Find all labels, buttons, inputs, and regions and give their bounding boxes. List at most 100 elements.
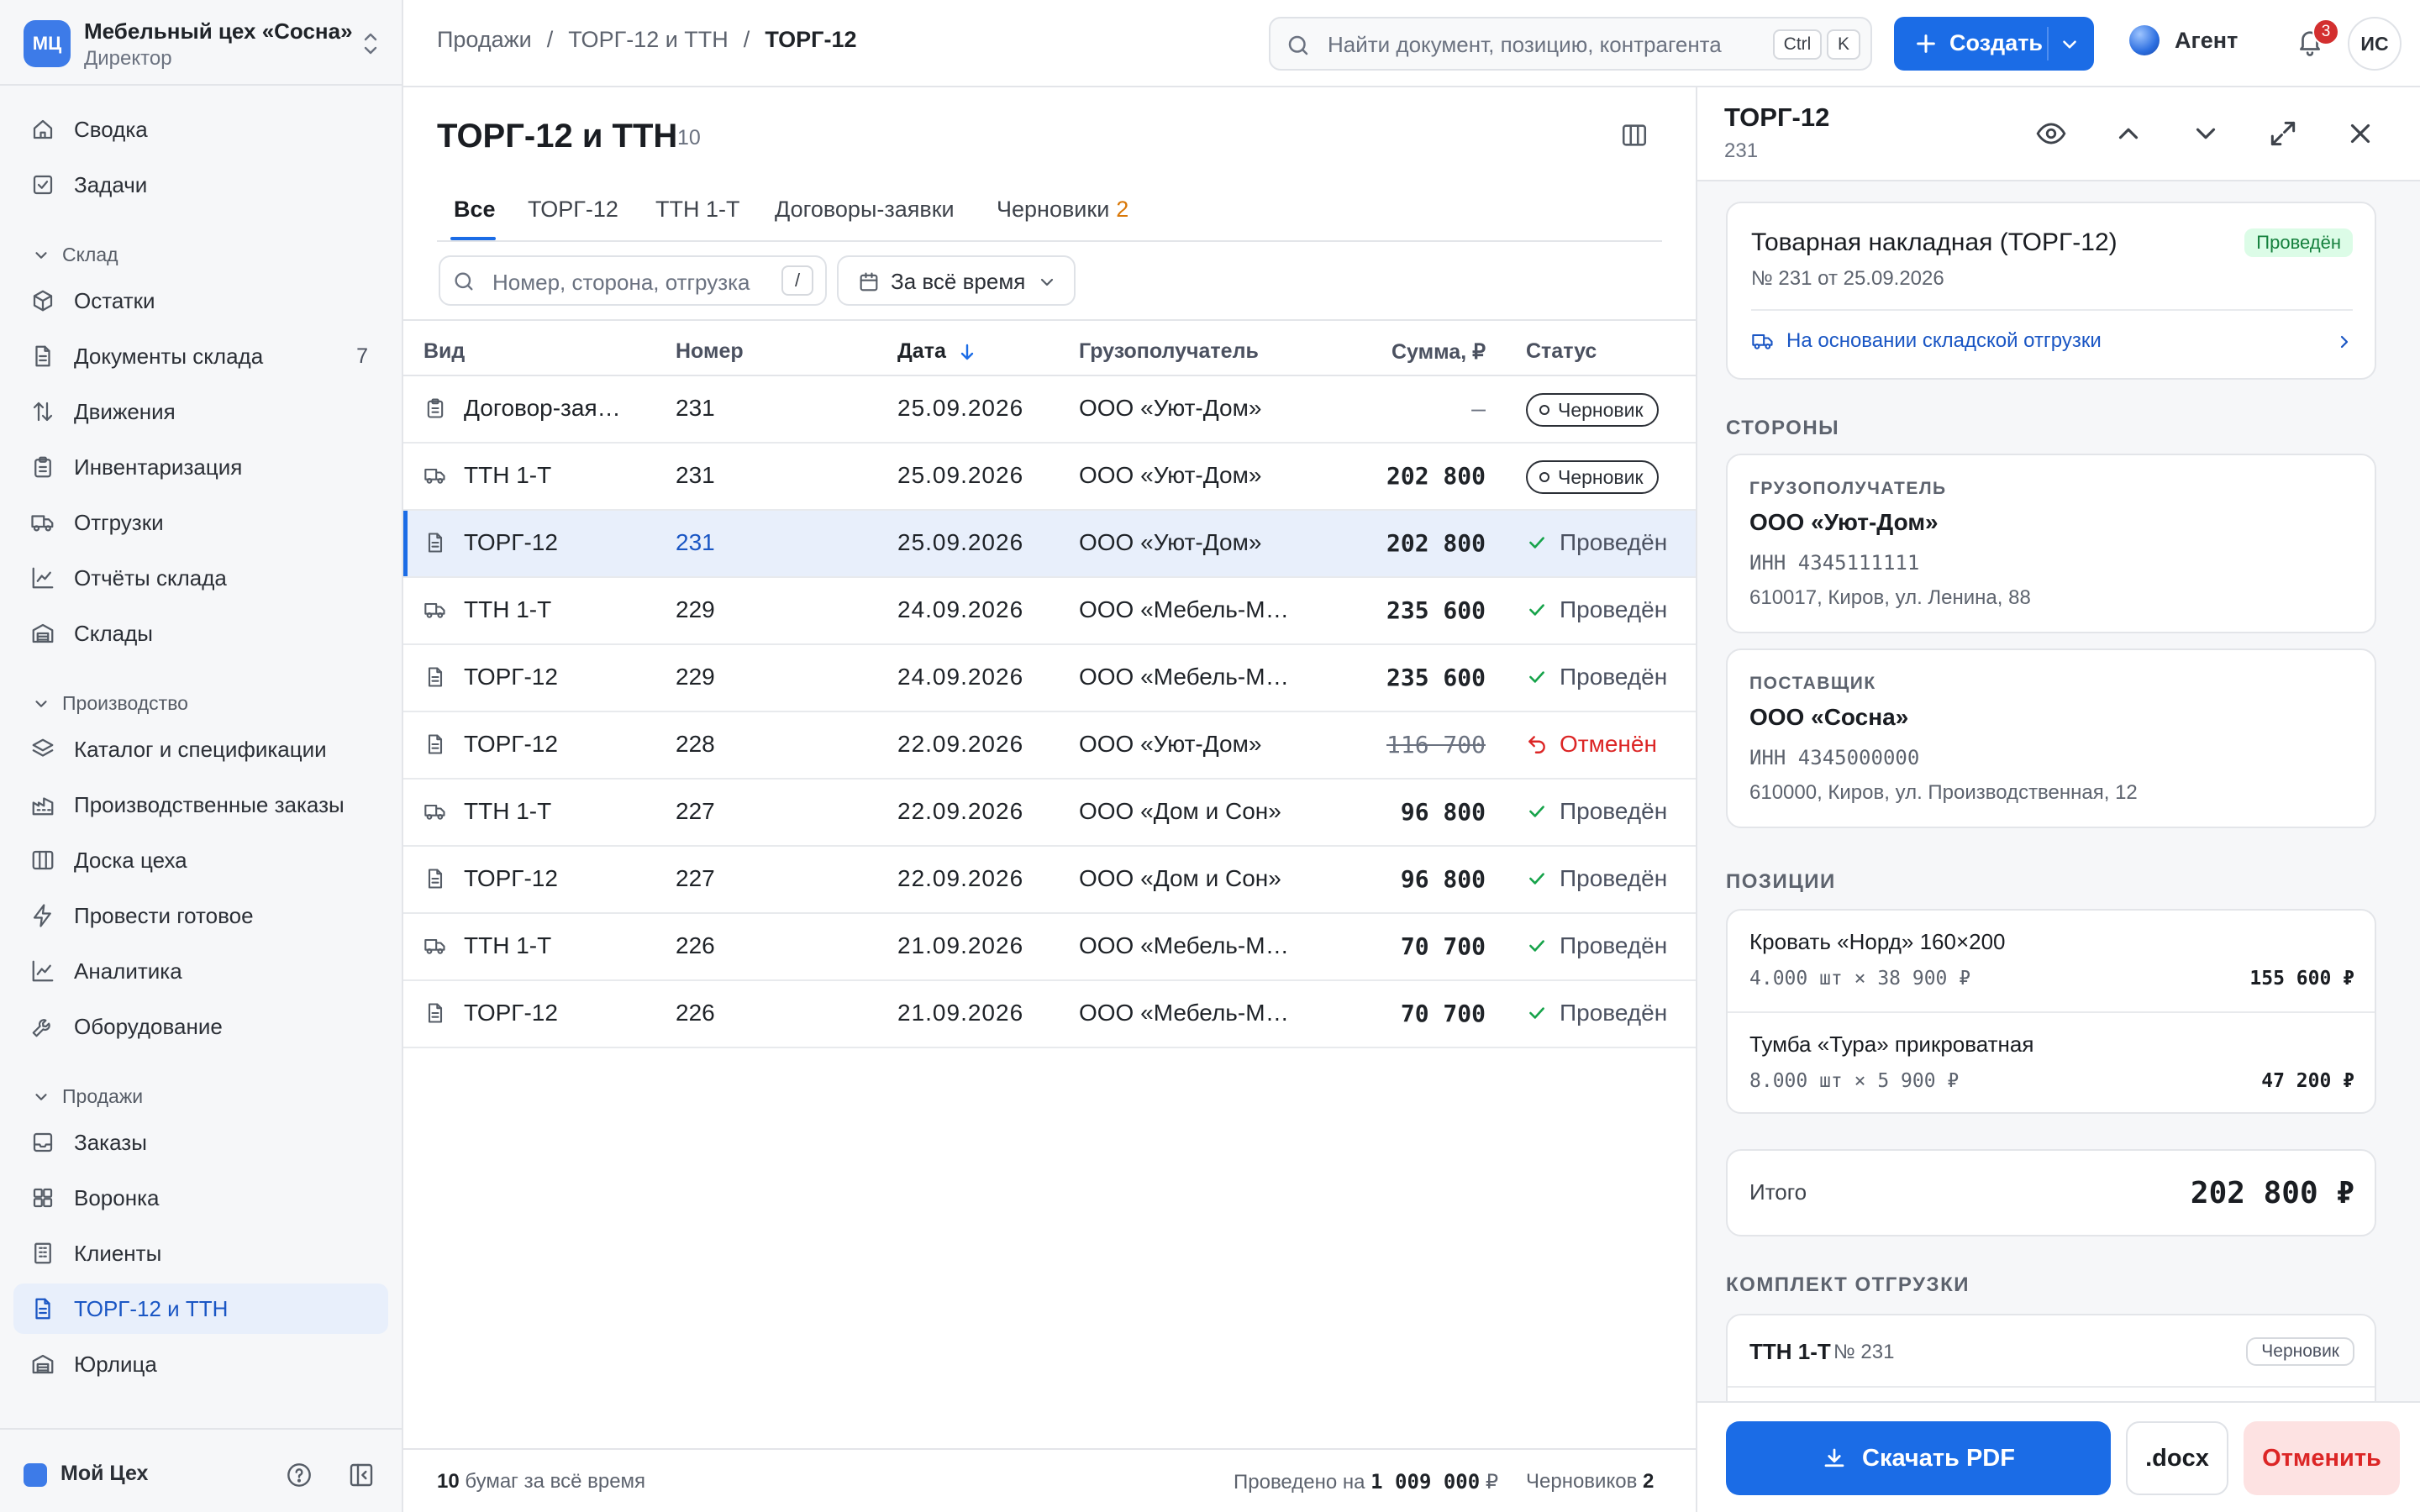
chevron-up-icon[interactable] <box>2112 118 2144 150</box>
check-icon <box>1526 1002 1548 1024</box>
tab-contracts[interactable]: Договоры-заявки <box>775 197 955 223</box>
org-switcher[interactable]: МЦ Мебельный цех «Сосна» Директор <box>24 18 385 70</box>
sidebar-section-header[interactable]: Склад <box>32 244 118 266</box>
footer-posted-text: Проведено на <box>1234 1471 1365 1494</box>
column-header-number[interactable]: Номер <box>676 339 744 364</box>
column-header-date[interactable]: Дата <box>897 339 976 364</box>
chevron-down-icon[interactable] <box>2190 118 2222 150</box>
sidebar-item-wrench[interactable]: Оборудование <box>13 1001 388 1052</box>
eye-icon[interactable] <box>2035 118 2067 150</box>
create-button[interactable]: Создать <box>1894 17 2094 71</box>
tab-ttn[interactable]: ТТН 1-Т <box>655 197 740 223</box>
columns-icon[interactable] <box>1620 121 1649 150</box>
truck-icon <box>424 464 447 487</box>
sidebar-section-header[interactable]: Производство <box>32 692 188 715</box>
cell-date: 22.09.2026 <box>897 798 1024 824</box>
sidebar-item-warehouse[interactable]: Склады <box>13 608 388 659</box>
breadcrumb-separator: / <box>546 27 554 52</box>
close-icon[interactable] <box>2344 118 2376 150</box>
agent-button[interactable]: Агент <box>2129 25 2238 55</box>
collapse-sidebar-icon[interactable] <box>348 1462 375 1488</box>
basis-link[interactable]: На основании складской отгрузки <box>1751 329 2102 353</box>
document-title: Товарная накладная (ТОРГ-12) <box>1751 228 2118 256</box>
table-row[interactable]: ТОРГ-12 227 22.09.2026 ООО «Дом и Сон» 96 80… <box>403 847 1696 914</box>
status-label: Отменён <box>1560 731 1657 757</box>
global-search-input[interactable]: Найти документ, позицию, контрагента Ctr… <box>1269 17 1872 71</box>
chevron-updown-icon[interactable] <box>360 29 381 59</box>
column-header-sum[interactable]: Сумма, ₽ <box>1392 339 1486 365</box>
table-row[interactable]: ТОРГ-12 231 25.09.2026 ООО «Уют-Дом» 202 800… <box>403 511 1696 578</box>
sidebar-item-layers[interactable]: Каталог и спецификации <box>13 724 388 774</box>
sidebar-item-label: Задачи <box>74 171 148 197</box>
sidebar-item-box[interactable]: Остатки <box>13 276 388 326</box>
cell-number: 226 <box>676 1000 715 1026</box>
sidebar-item-arrows-updown[interactable]: Движения <box>13 386 388 437</box>
detail-actions: Скачать PDF .docx Отменить <box>1697 1401 2420 1512</box>
cell-kind: ТТН 1-Т <box>464 462 552 488</box>
supplier-card: ПОСТАВЩИК ООО «Сосна» ИНН 4345000000 610… <box>1726 648 2376 828</box>
sidebar-item-label: Провести готовое <box>74 902 254 928</box>
cell-date: 21.09.2026 <box>897 932 1024 958</box>
chevron-down-icon <box>32 1088 50 1106</box>
check-icon <box>1526 935 1548 957</box>
sidebar-item-building[interactable]: Клиенты <box>13 1228 388 1278</box>
avatar[interactable]: ИС <box>2348 17 2402 71</box>
table-row[interactable]: ТТН 1-Т 231 25.09.2026 ООО «Уют-Дом» 202 800… <box>403 444 1696 511</box>
sidebar-item-factory[interactable]: Производственные заказы <box>13 780 388 830</box>
table-row[interactable]: ТТН 1-Т 226 21.09.2026 ООО «Мебель-Маркет» 7… <box>403 914 1696 981</box>
position-row[interactable]: Кровать «Норд» 160×200 4.000 шт × 38 900… <box>1728 911 2375 1011</box>
sidebar-item-document[interactable]: Документы склада 7 <box>13 331 388 381</box>
table-row[interactable]: ТТН 1-Т 229 24.09.2026 ООО «Мебель-Маркет» 2… <box>403 578 1696 645</box>
breadcrumb-item[interactable]: Продажи <box>437 27 532 53</box>
breadcrumb-separator: / <box>743 27 750 52</box>
sidebar-item-clipboard[interactable]: Инвентаризация <box>13 442 388 492</box>
party-inn: ИНН 4345000000 <box>1749 746 1920 769</box>
sidebar-item-checkbox[interactable]: Задачи <box>13 160 388 210</box>
consignee-card: ГРУЗОПОЛУЧАТЕЛЬ ООО «Уют-Дом» ИНН 434511… <box>1726 454 2376 633</box>
expand-icon[interactable] <box>2267 118 2299 150</box>
table-row[interactable]: ТОРГ-12 228 22.09.2026 ООО «Уют-Дом» 116 700… <box>403 712 1696 780</box>
sidebar-item-columns[interactable]: Доска цеха <box>13 835 388 885</box>
section-title-positions: ПОЗИЦИИ <box>1726 870 1836 893</box>
sidebar-item-label: Оборудование <box>74 1013 223 1039</box>
help-icon[interactable] <box>286 1462 313 1488</box>
tab-all[interactable]: Все <box>454 197 496 223</box>
column-header-status[interactable]: Статус <box>1526 339 1597 364</box>
sidebar-item-truck[interactable]: Отгрузки <box>13 497 388 548</box>
column-header-consignee[interactable]: Грузополучатель <box>1079 339 1259 364</box>
sidebar-item-home[interactable]: Сводка <box>13 104 388 155</box>
cell-kind: ТОРГ-12 <box>464 664 558 690</box>
download-docx-button[interactable]: .docx <box>2126 1421 2228 1495</box>
breadcrumb-item[interactable]: ТОРГ-12 и ТТН <box>568 27 729 53</box>
table-row[interactable]: ТТН 1-Т 227 22.09.2026 ООО «Дом и Сон» 96 80… <box>403 780 1696 847</box>
sidebar-item-label: Сводка <box>74 116 148 142</box>
sidebar-item-warehouse[interactable]: Юрлица <box>13 1339 388 1389</box>
footer-posted-sum: 1 009 000 <box>1370 1470 1481 1494</box>
sidebar-item-lightning[interactable]: Провести готовое <box>13 890 388 941</box>
table-row[interactable]: ТОРГ-12 226 21.09.2026 ООО «Мебель-Маркет» 7… <box>403 981 1696 1048</box>
tab-drafts[interactable]: Черновики 2 <box>997 197 1128 223</box>
create-button-label: Создать <box>1949 30 2044 55</box>
workspace-name[interactable]: Мой Цех <box>60 1462 148 1486</box>
sidebar-section-header[interactable]: Продажи <box>32 1085 143 1108</box>
sidebar-item-document[interactable]: ТОРГ-12 и ТТН <box>13 1284 388 1334</box>
party-inn: ИНН 4345111111 <box>1749 551 1920 575</box>
cell-kind: Договор-заявка <box>464 395 632 421</box>
sidebar-item-line-chart[interactable]: Отчёты склада <box>13 553 388 603</box>
position-total: 47 200 ₽ <box>2261 1070 2354 1092</box>
tab-torg12[interactable]: ТОРГ-12 <box>528 197 618 223</box>
chevron-down-icon[interactable] <box>2059 34 2081 55</box>
sidebar-item-line-chart[interactable]: Аналитика <box>13 946 388 996</box>
sidebar-item-grid[interactable]: Воронка <box>13 1173 388 1223</box>
document-icon <box>424 1001 447 1025</box>
download-pdf-button[interactable]: Скачать PDF <box>1726 1421 2111 1495</box>
table-row[interactable]: ТОРГ-12 229 24.09.2026 ООО «Мебель-Маркет» 2… <box>403 645 1696 712</box>
position-row[interactable]: Тумба «Тура» прикроватная 8.000 шт × 5 9… <box>1728 1013 2375 1114</box>
period-select[interactable]: За всё время <box>837 255 1076 306</box>
cancel-document-button[interactable]: Отменить <box>2244 1421 2400 1495</box>
sidebar-item-inbox[interactable]: Заказы <box>13 1117 388 1168</box>
filter-input[interactable]: Номер, сторона, отгрузка / <box>439 255 827 306</box>
cell-sum: 235 600 <box>1386 664 1486 691</box>
column-header-kind[interactable]: Вид <box>424 339 465 364</box>
table-row[interactable]: Договор-заявка 231 25.09.2026 ООО «Уют-Дом»… <box>403 376 1696 444</box>
